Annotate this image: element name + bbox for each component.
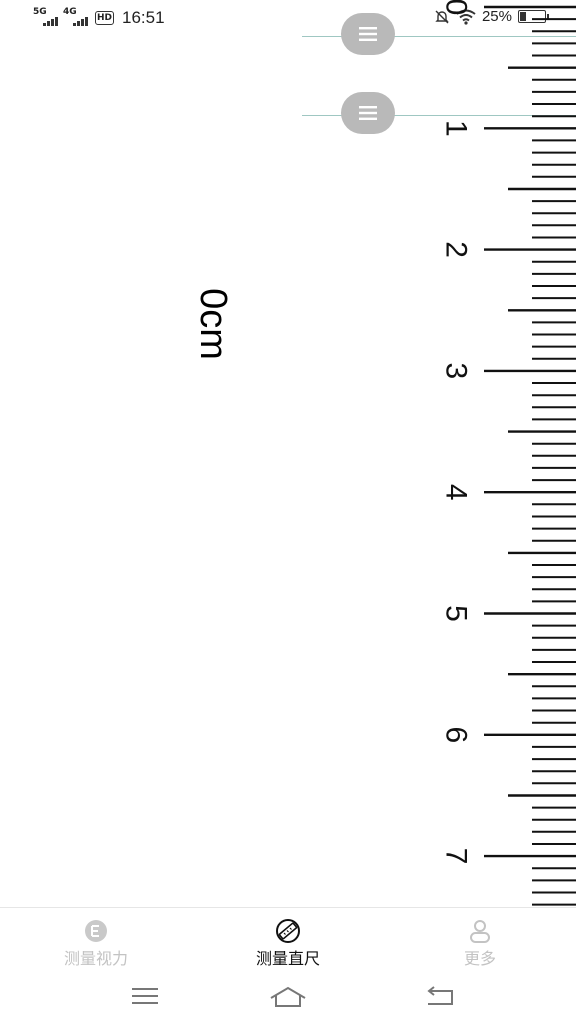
ruler-number: 2 — [440, 241, 473, 258]
bottom-tab-bar: 测量视力 测量直尺 更多 — [0, 907, 576, 974]
ruler-icon — [276, 919, 300, 943]
home-icon[interactable] — [268, 985, 308, 1009]
ruler-number: 3 — [440, 363, 473, 380]
ruler-number: 5 — [440, 605, 473, 622]
ruler-number: 0 — [440, 0, 473, 15]
ruler-number: 4 — [440, 484, 473, 501]
tab-more[interactable]: 更多 — [384, 908, 576, 974]
tab-eye-test[interactable]: 测量视力 — [0, 908, 192, 974]
ruler-scale: 0 1 2 3 4 5 6 7 — [440, 0, 576, 906]
ruler-number: 7 — [440, 848, 473, 865]
recent-apps-icon[interactable] — [130, 985, 160, 1007]
tab-ruler[interactable]: 测量直尺 — [192, 908, 384, 974]
ruler-number: 1 — [440, 120, 473, 137]
ruler-number: 6 — [440, 726, 473, 743]
system-nav-bar — [0, 973, 576, 1024]
eye-chart-icon — [85, 920, 107, 942]
tab-label: 测量视力 — [63, 949, 128, 968]
back-icon[interactable] — [424, 985, 456, 1009]
tab-label: 测量直尺 — [255, 949, 320, 968]
tab-label: 更多 — [463, 949, 496, 968]
person-icon — [470, 920, 490, 943]
